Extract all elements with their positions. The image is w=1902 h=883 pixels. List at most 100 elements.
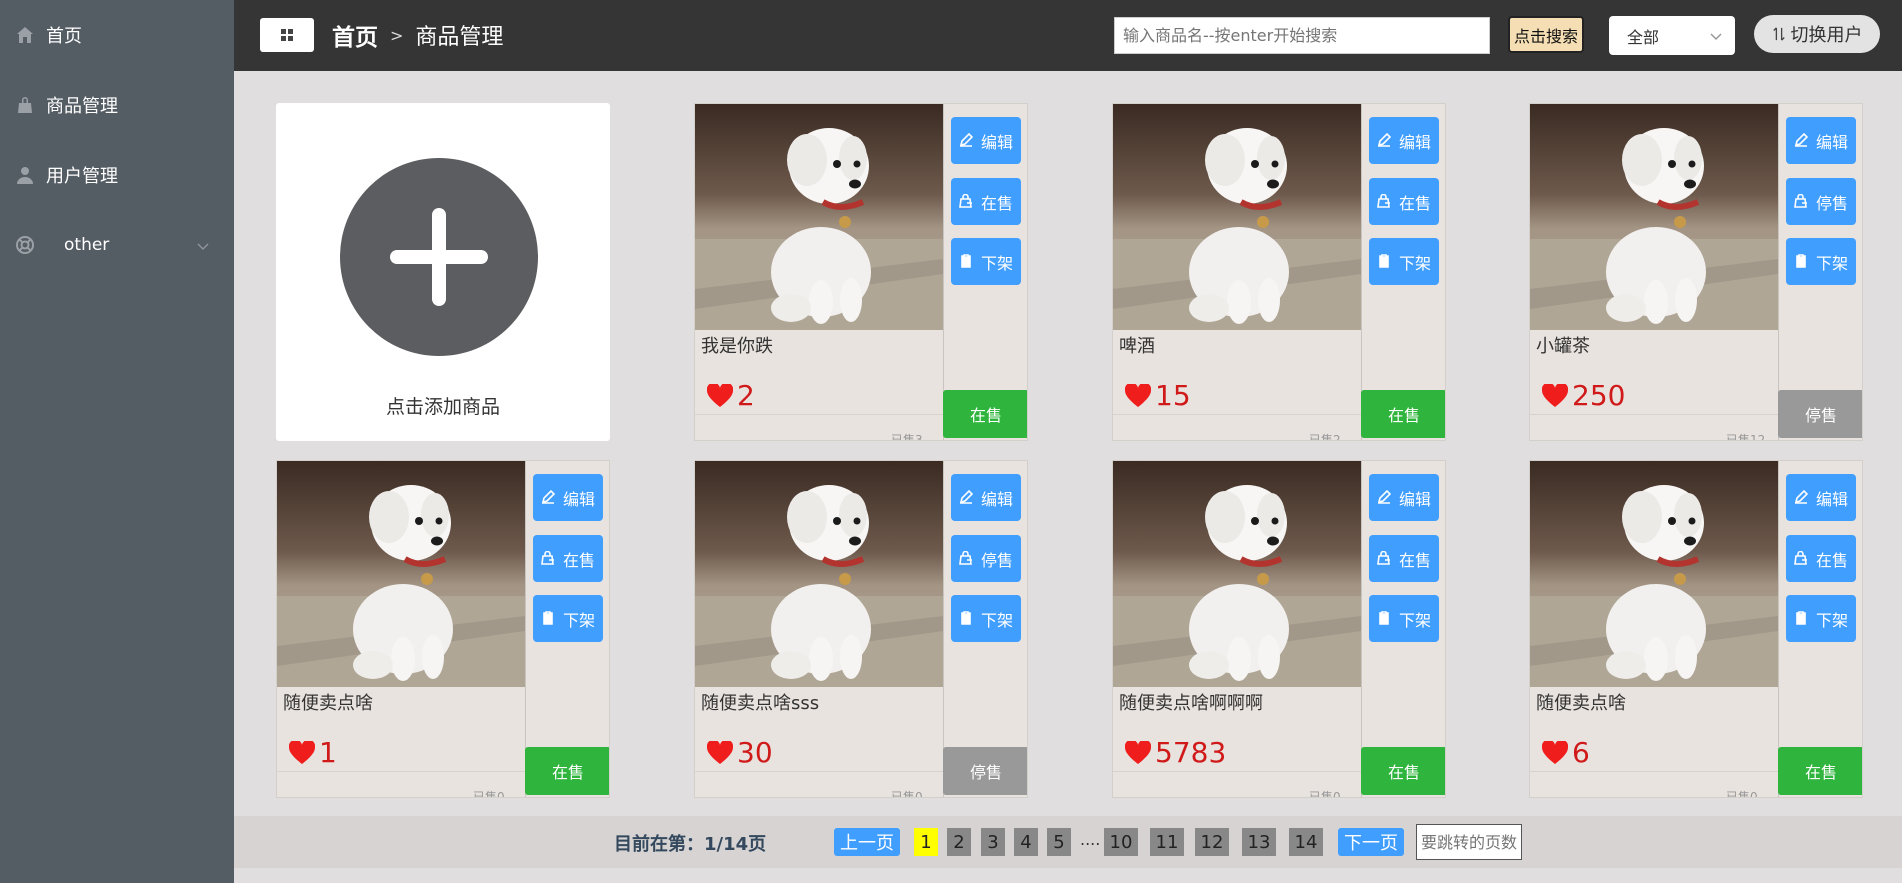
breadcrumb-home[interactable]: 首页	[332, 18, 378, 52]
card-line	[1530, 414, 1778, 415]
toggle-sale-label: 在售	[562, 550, 595, 570]
clipboard-icon	[959, 253, 975, 270]
heart-icon[interactable]	[1542, 740, 1568, 765]
sale-status-button[interactable]: 在售	[1361, 747, 1445, 795]
edit-button[interactable]: 编辑	[1369, 474, 1439, 521]
toggle-sale-label: 在售	[1398, 193, 1431, 213]
toggle-sale-button[interactable]: 在售	[533, 535, 603, 582]
product-card: 随便卖点啥sss 30 已售0 编辑 停售 下架 停售	[694, 460, 1028, 798]
page-12-button[interactable]: 12	[1195, 828, 1229, 856]
page-11-button[interactable]: 11	[1150, 828, 1184, 856]
like-count: 1	[319, 736, 337, 769]
heart-icon[interactable]	[1542, 383, 1568, 408]
sidebar-item-other[interactable]: other	[0, 210, 234, 280]
page-4-button[interactable]: 4	[1014, 828, 1038, 856]
sale-status-button[interactable]: 停售	[943, 747, 1027, 795]
grid-icon	[281, 29, 293, 41]
page-13-button[interactable]: 13	[1242, 828, 1276, 856]
like-count: 15	[1155, 379, 1191, 412]
breadcrumb-current: 商品管理	[415, 25, 504, 50]
jump-page-input[interactable]	[1416, 824, 1522, 860]
edit-button[interactable]: 编辑	[1369, 117, 1439, 164]
product-name: 随便卖点啥	[283, 693, 373, 714]
edit-button[interactable]: 编辑	[1786, 117, 1856, 164]
switch-user-button[interactable]: 切换用户	[1754, 15, 1880, 53]
prev-page-button[interactable]: 上一页	[834, 828, 900, 856]
likes: 250	[1542, 379, 1625, 412]
sale-status-button[interactable]: 在售	[943, 390, 1027, 438]
sale-status-button[interactable]: 停售	[1778, 390, 1862, 438]
toggle-sale-button[interactable]: 停售	[951, 535, 1021, 582]
toggle-sale-button[interactable]: 停售	[1786, 178, 1856, 225]
off-shelf-button[interactable]: 下架	[1369, 595, 1439, 642]
heart-icon[interactable]	[289, 740, 315, 765]
off-shelf-label: 下架	[562, 610, 595, 630]
likes: 30	[707, 736, 773, 769]
product-photo	[695, 461, 943, 687]
heart-icon[interactable]	[1125, 383, 1151, 408]
sidebar-item-label: 商品管理	[46, 96, 118, 117]
sidebar-item-users[interactable]: 用户管理	[0, 140, 234, 210]
page-1-button[interactable]: 1	[914, 828, 938, 856]
likes: 6	[1542, 736, 1590, 769]
status-select[interactable]: 全部	[1609, 16, 1735, 55]
sidebar-item-home[interactable]: 首页	[0, 0, 234, 70]
toggle-sale-button[interactable]: 在售	[1369, 535, 1439, 582]
heart-icon[interactable]	[707, 383, 733, 408]
page-3-button[interactable]: 3	[981, 828, 1005, 856]
edit-icon	[1377, 489, 1393, 506]
toggle-sale-button[interactable]: 在售	[1369, 178, 1439, 225]
product-card: 啤酒 15 已售2 编辑 在售 下架 在售	[1112, 103, 1446, 441]
edit-button[interactable]: 编辑	[951, 117, 1021, 164]
clipboard-icon	[1794, 253, 1810, 270]
heart-icon[interactable]	[707, 740, 733, 765]
toggle-sale-button[interactable]: 在售	[951, 178, 1021, 225]
chevron-down-icon	[1709, 28, 1723, 47]
page-2-button[interactable]: 2	[947, 828, 971, 856]
edit-icon	[959, 489, 975, 506]
toggle-sale-label: 在售	[980, 193, 1013, 213]
sale-status-button[interactable]: 在售	[525, 747, 609, 795]
edit-label: 编辑	[1398, 132, 1431, 152]
edit-button[interactable]: 编辑	[1786, 474, 1856, 521]
product-photo	[1113, 461, 1361, 687]
page-10-button[interactable]: 10	[1104, 828, 1138, 856]
heart-icon[interactable]	[1125, 740, 1151, 765]
off-shelf-button[interactable]: 下架	[1786, 595, 1856, 642]
off-shelf-button[interactable]: 下架	[1786, 238, 1856, 285]
likes: 5783	[1125, 736, 1226, 769]
edit-label: 编辑	[1398, 489, 1431, 509]
shop-icon	[1794, 193, 1810, 210]
product-name: 随便卖点啥	[1536, 693, 1626, 714]
search-input[interactable]	[1114, 17, 1490, 54]
menu-toggle-button[interactable]	[260, 18, 314, 52]
off-shelf-button[interactable]: 下架	[951, 595, 1021, 642]
next-page-button[interactable]: 下一页	[1338, 828, 1404, 856]
page-5-button[interactable]: 5	[1047, 828, 1071, 856]
clipboard-icon	[541, 610, 557, 627]
off-shelf-button[interactable]: 下架	[533, 595, 603, 642]
add-product-card[interactable]: 点击添加商品	[276, 103, 610, 441]
edit-button[interactable]: 编辑	[533, 474, 603, 521]
product-card: 我是你跌 2 已售3 编辑 在售 下架 在售	[694, 103, 1028, 441]
page-14-button[interactable]: 14	[1289, 828, 1323, 856]
off-shelf-label: 下架	[1398, 610, 1431, 630]
card-line	[1113, 414, 1361, 415]
sold-count: 已售0	[891, 790, 923, 798]
search-button[interactable]: 点击搜索	[1508, 16, 1584, 53]
sidebar-item-goods[interactable]: 商品管理	[0, 70, 234, 140]
toggle-sale-label: 在售	[1398, 550, 1431, 570]
pagination-ellipsis: ....	[1080, 830, 1101, 849]
sale-status-button[interactable]: 在售	[1778, 747, 1862, 795]
product-photo	[1113, 104, 1361, 330]
edit-icon	[959, 132, 975, 149]
sale-status-button[interactable]: 在售	[1361, 390, 1445, 438]
toggle-sale-button[interactable]: 在售	[1786, 535, 1856, 582]
off-shelf-button[interactable]: 下架	[1369, 238, 1439, 285]
off-shelf-button[interactable]: 下架	[951, 238, 1021, 285]
toggle-sale-label: 停售	[1815, 193, 1848, 213]
toggle-sale-label: 停售	[980, 550, 1013, 570]
product-card: 随便卖点啥 1 已售0 编辑 在售 下架 在售	[276, 460, 610, 798]
card-line	[1113, 771, 1361, 772]
edit-button[interactable]: 编辑	[951, 474, 1021, 521]
